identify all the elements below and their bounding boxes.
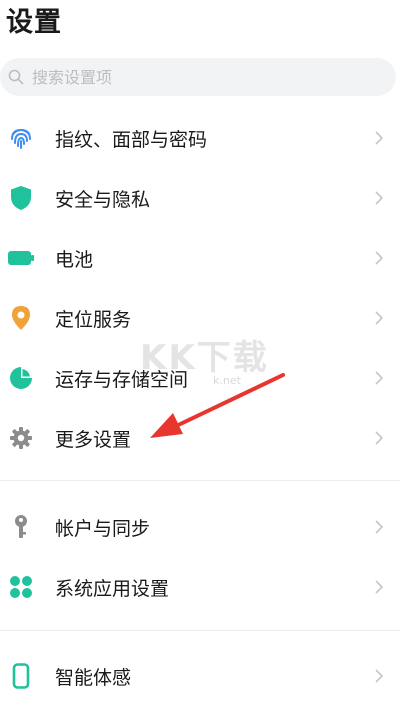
annotation-arrow-icon xyxy=(150,373,285,438)
